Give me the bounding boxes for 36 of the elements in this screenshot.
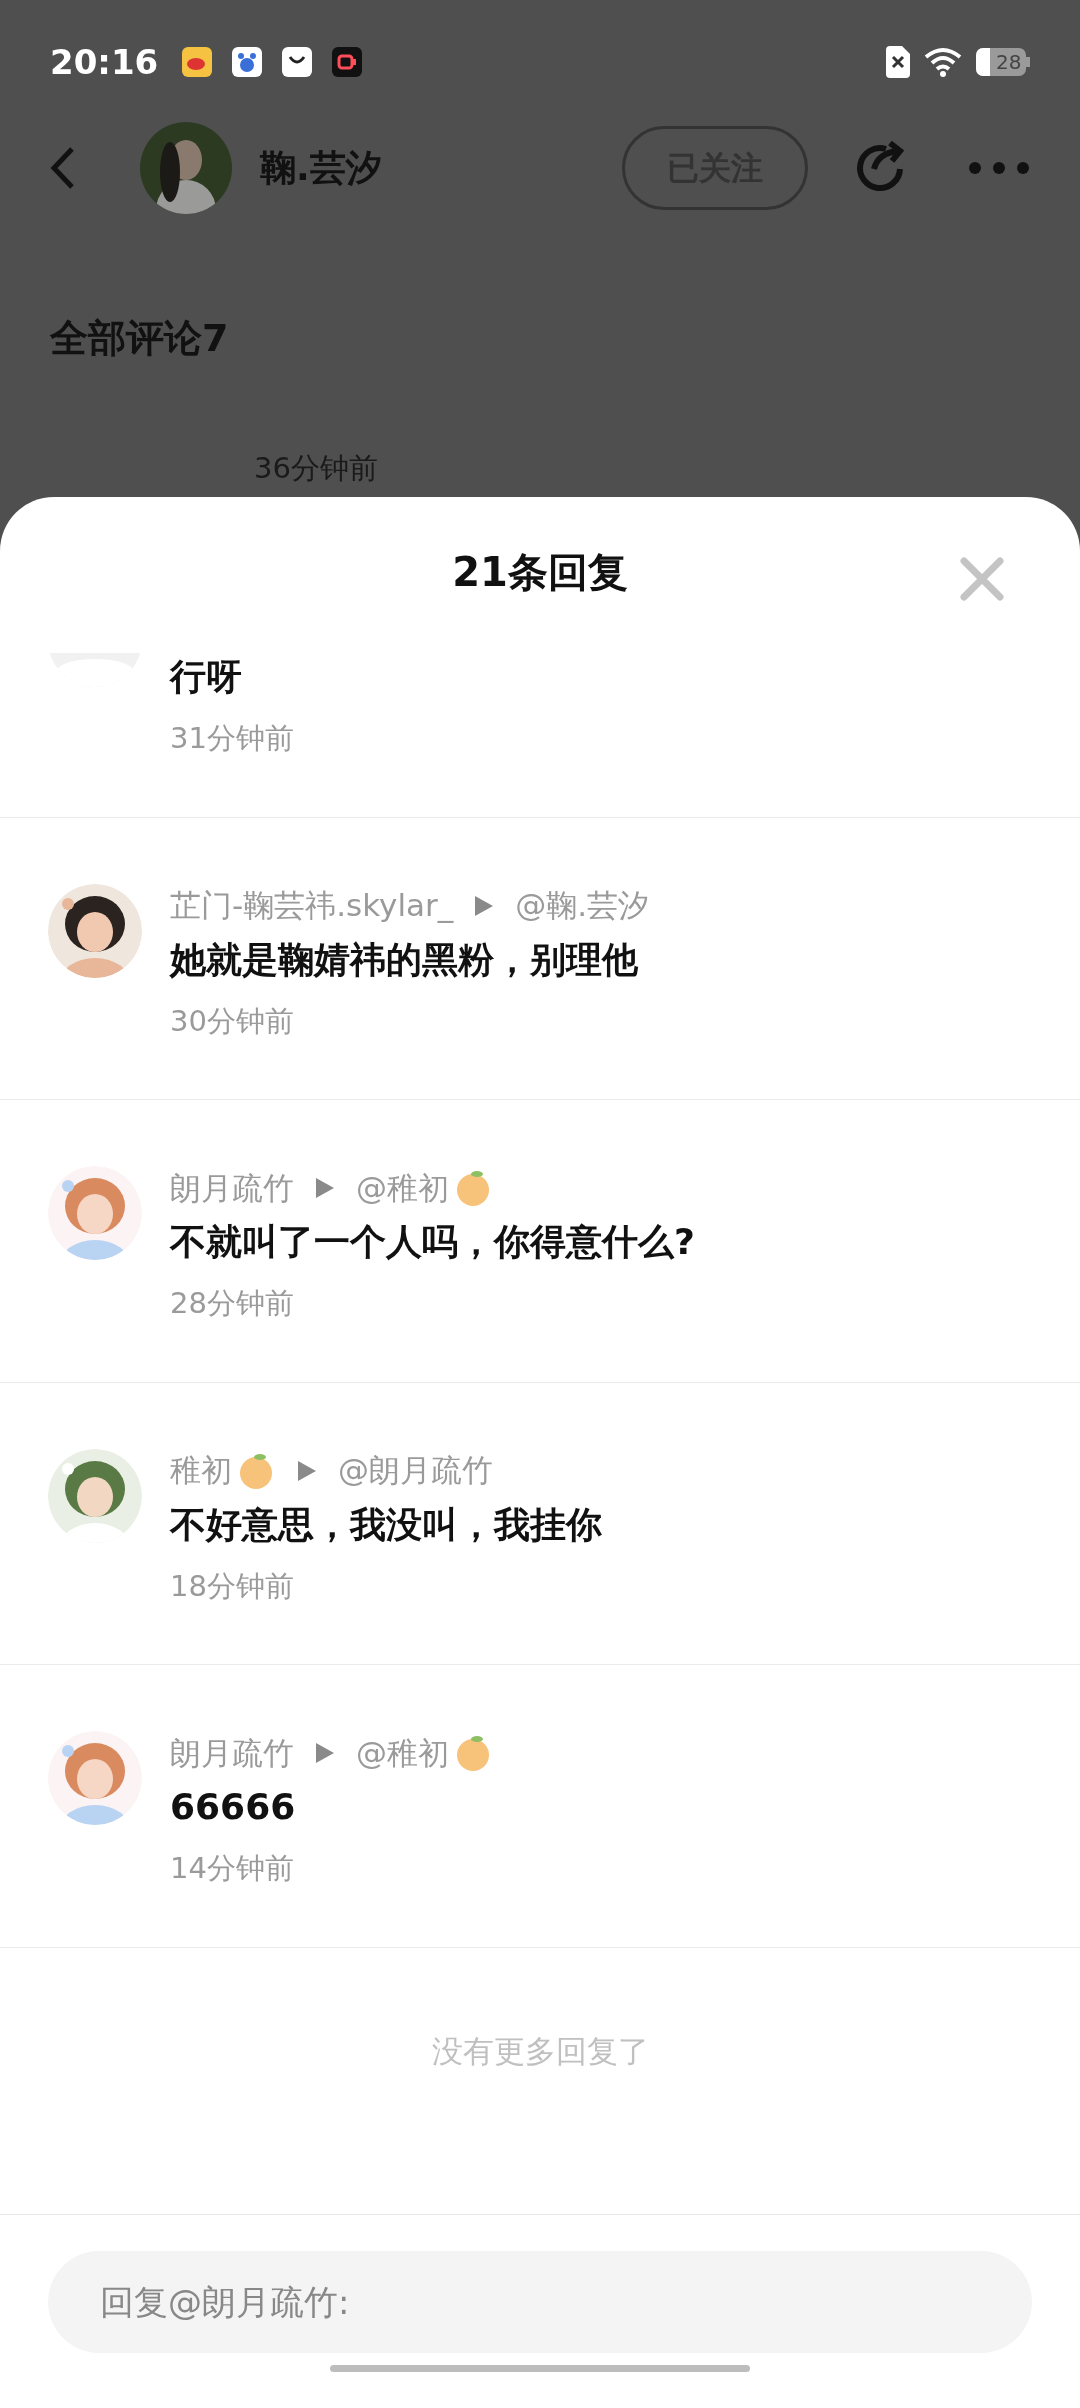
notification-icon: [182, 47, 213, 77]
author-name[interactable]: 朗月疏竹: [170, 1164, 294, 1212]
paw-icon: [232, 47, 263, 77]
bag-icon: [282, 47, 313, 77]
comments-heading: 全部评论7: [50, 316, 229, 360]
user-name[interactable]: 鞠.芸汐: [260, 141, 382, 195]
play-icon: [296, 1458, 318, 1483]
wifi-icon: [924, 47, 962, 77]
play-icon: [314, 1176, 336, 1200]
mention-name[interactable]: @朗月疏竹: [338, 1447, 493, 1494]
reply-time: 14分钟前: [170, 1850, 295, 1887]
reply-time: 18分钟前: [170, 1567, 295, 1605]
reply-text: 66666: [170, 1785, 297, 1829]
video-icon: [332, 47, 363, 77]
reply-text: 她就是鞠婧祎的黑粉，别理他: [170, 937, 639, 982]
author-name[interactable]: 稚初: [170, 1447, 232, 1494]
reply-time: 31分钟前: [170, 720, 294, 757]
mention-name[interactable]: @稚初: [356, 1729, 449, 1777]
reply-text: 行呀: [170, 655, 243, 699]
play-icon: [314, 1741, 336, 1765]
reply-text: 不就叫了一个人吗，你得意什么?: [170, 1220, 695, 1264]
back-icon[interactable]: [50, 145, 76, 191]
reply-time: 28分钟前: [170, 1285, 295, 1322]
end-note: 没有更多回复了: [431, 2032, 649, 2072]
author-name[interactable]: 朗月疏竹: [170, 1729, 294, 1777]
close-icon[interactable]: [960, 557, 1004, 601]
sim-icon: [886, 46, 910, 78]
reply-time: 30分钟前: [170, 1002, 295, 1040]
status-time: 20:16: [50, 40, 159, 84]
author-name[interactable]: 芷门-鞠芸祎.skylar_: [170, 882, 454, 929]
sheet-title: 21条回复: [452, 548, 628, 597]
mention-name[interactable]: @稚初: [356, 1164, 449, 1212]
mention-name[interactable]: @鞠.芸汐: [515, 882, 650, 929]
more-icon[interactable]: [968, 161, 1030, 175]
reply-text: 不好意思，我没叫，我挂你: [170, 1502, 602, 1547]
reply-input[interactable]: 回复@朗月疏竹:: [48, 2251, 1032, 2353]
